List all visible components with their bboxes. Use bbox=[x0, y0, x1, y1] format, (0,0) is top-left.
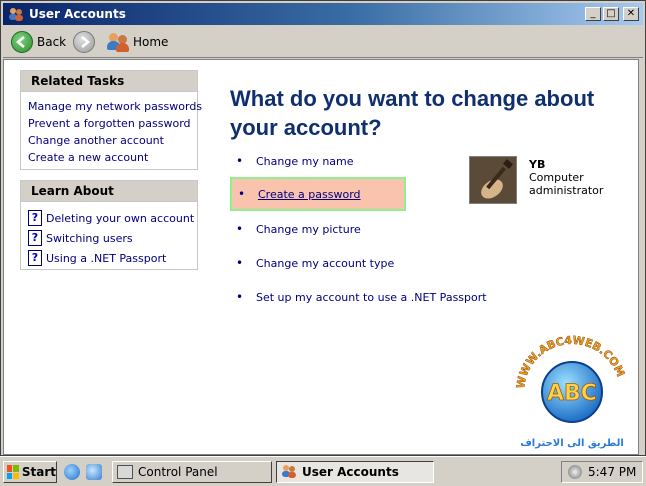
account-role: Computer administrator bbox=[529, 171, 604, 197]
taskbar-item-label: Control Panel bbox=[138, 465, 218, 479]
help-icon: ? bbox=[28, 210, 42, 226]
related-task-prevent-forgotten-password[interactable]: Prevent a forgotten password bbox=[28, 115, 197, 132]
back-arrow-icon bbox=[11, 31, 33, 53]
option-label: Set up my account to use a .NET Passport bbox=[256, 290, 487, 304]
related-tasks-title: Related Tasks bbox=[21, 71, 197, 92]
taskbar-item-control-panel[interactable]: Control Panel bbox=[112, 461, 272, 483]
watermark-tagline: الطريق الى الاحتراف bbox=[520, 438, 624, 449]
windows-flag-icon bbox=[7, 465, 19, 479]
learn-about-deleting-account[interactable]: ? Deleting your own account bbox=[28, 208, 197, 228]
internet-explorer-icon[interactable] bbox=[64, 464, 80, 480]
forward-arrow-icon bbox=[73, 31, 95, 53]
account-name: YB bbox=[529, 158, 546, 171]
bullet-icon: • bbox=[236, 290, 244, 304]
start-label: Start bbox=[21, 465, 56, 479]
users-icon bbox=[107, 32, 129, 52]
option-label: Change my account type bbox=[256, 256, 395, 270]
user-accounts-window: User Accounts _ □ ✕ Back Home Related Ta… bbox=[0, 0, 646, 456]
user-accounts-icon bbox=[281, 464, 297, 481]
bullet-icon: • bbox=[236, 256, 244, 270]
user-accounts-icon bbox=[8, 7, 24, 21]
bullet-icon: • bbox=[238, 187, 246, 201]
learn-about-switching-users[interactable]: ? Switching users bbox=[28, 228, 197, 248]
speaker-icon[interactable] bbox=[568, 465, 582, 479]
bullet-icon: • bbox=[236, 222, 244, 236]
title-bar[interactable]: User Accounts _ □ ✕ bbox=[3, 3, 643, 25]
learn-about-net-passport[interactable]: ? Using a .NET Passport bbox=[28, 248, 197, 268]
related-task-manage-passwords[interactable]: Manage my network passwords bbox=[28, 98, 202, 115]
close-button[interactable]: ✕ bbox=[623, 7, 639, 21]
forward-button[interactable] bbox=[73, 31, 95, 53]
content-area: Related Tasks Manage my network password… bbox=[3, 59, 639, 455]
clock[interactable]: 5:47 PM bbox=[588, 465, 636, 479]
start-button[interactable]: Start bbox=[3, 461, 57, 483]
help-icon: ? bbox=[28, 230, 42, 246]
home-label: Home bbox=[133, 35, 169, 49]
watermark-letters: ABC bbox=[547, 381, 597, 406]
page-heading: What do you want to change about your ac… bbox=[230, 84, 630, 142]
system-tray: 5:47 PM bbox=[561, 461, 643, 483]
back-label: Back bbox=[37, 35, 67, 49]
learn-about-label: Switching users bbox=[46, 231, 133, 245]
taskbar-item-user-accounts[interactable]: User Accounts bbox=[276, 461, 434, 483]
learn-about-label: Using a .NET Passport bbox=[46, 251, 167, 265]
abc4web-watermark-logo: WWW.ABC4WEB.COM ABC الطريق الى الاحتراف bbox=[504, 322, 640, 454]
option-change-name[interactable]: • Change my name bbox=[232, 151, 354, 171]
home-button[interactable]: Home bbox=[107, 31, 168, 53]
learn-about-label: Deleting your own account bbox=[46, 211, 195, 225]
help-icon: ? bbox=[28, 250, 42, 266]
window-title: User Accounts bbox=[29, 7, 126, 21]
option-change-account-type[interactable]: • Change my account type bbox=[232, 253, 394, 273]
taskbar-item-label: User Accounts bbox=[302, 465, 399, 479]
toolbar: Back Home bbox=[3, 26, 643, 58]
bullet-icon: • bbox=[236, 154, 244, 168]
learn-about-title: Learn About bbox=[21, 181, 197, 202]
option-create-password[interactable]: • Create a password bbox=[230, 177, 406, 211]
related-tasks-panel: Related Tasks Manage my network password… bbox=[20, 70, 202, 170]
option-label: Change my name bbox=[256, 154, 354, 168]
related-task-change-another-account[interactable]: Change another account bbox=[28, 132, 197, 149]
minimize-button[interactable]: _ bbox=[585, 7, 601, 21]
learn-about-panel: Learn About ? Deleting your own account … bbox=[20, 180, 198, 270]
page-heading-line-2: your account? bbox=[230, 115, 382, 140]
show-desktop-icon[interactable] bbox=[86, 464, 102, 480]
option-label: Change my picture bbox=[256, 222, 361, 236]
back-button[interactable]: Back bbox=[11, 31, 66, 53]
option-label: Create a password bbox=[258, 187, 361, 201]
option-net-passport[interactable]: • Set up my account to use a .NET Passpo… bbox=[232, 287, 487, 307]
related-task-create-new-account[interactable]: Create a new account bbox=[28, 149, 197, 166]
control-panel-icon bbox=[117, 465, 133, 479]
maximize-button[interactable]: □ bbox=[603, 7, 619, 21]
option-change-picture[interactable]: • Change my picture bbox=[232, 219, 361, 239]
account-picture bbox=[469, 156, 517, 204]
taskbar: Start Control Panel User Accounts 5:47 P… bbox=[0, 456, 646, 486]
page-heading-line-1: What do you want to change about bbox=[230, 86, 595, 111]
